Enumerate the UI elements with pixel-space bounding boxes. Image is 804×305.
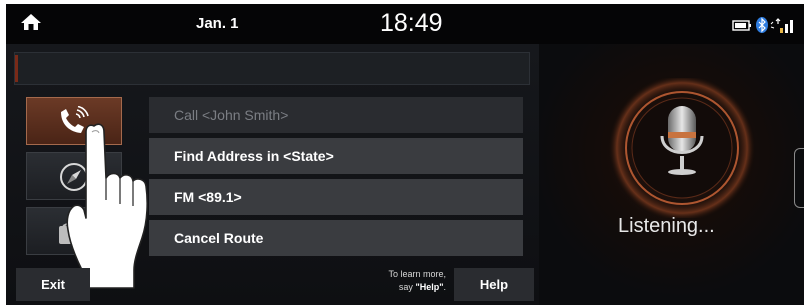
signal-icon <box>775 18 793 33</box>
command-fm[interactable]: FM <89.1> <box>149 179 523 215</box>
help-button[interactable]: Help <box>454 268 534 301</box>
help-hint-keyword: "Help" <box>415 282 444 292</box>
text-bar-accent <box>15 55 18 82</box>
command-find-address-label: Find Address in <State> <box>174 148 334 164</box>
status-bar: Jan. 1 18:49 <box>6 4 804 44</box>
recognized-text-bar <box>14 52 530 85</box>
home-icon[interactable] <box>20 13 42 36</box>
help-hint-line2: say "Help". <box>356 281 446 294</box>
help-hint-suffix: . <box>443 282 446 292</box>
command-find-address[interactable]: Find Address in <State> <box>149 138 523 174</box>
status-date: Jan. 1 <box>196 15 239 32</box>
help-hint-line1: To learn more, <box>388 269 446 279</box>
help-hint-prefix: say <box>398 282 416 292</box>
help-label: Help <box>479 277 509 292</box>
status-clock: 18:49 <box>380 9 443 37</box>
help-hint: To learn more, say "Help". <box>356 268 446 294</box>
battery-icon <box>732 20 751 31</box>
command-cancel-route-label: Cancel Route <box>174 230 264 246</box>
command-fm-label: FM <89.1> <box>174 189 242 205</box>
side-handle[interactable] <box>794 148 804 208</box>
command-cancel-route[interactable]: Cancel Route <box>149 220 523 256</box>
bluetooth-icon <box>756 17 768 33</box>
command-call-label: Call <John Smith> <box>174 107 289 123</box>
exit-button[interactable]: Exit <box>16 268 90 301</box>
microphone-glow <box>604 74 760 223</box>
command-call[interactable]: Call <John Smith> <box>149 97 523 133</box>
status-icons <box>732 16 802 39</box>
listening-status: Listening... <box>618 215 715 237</box>
exit-label: Exit <box>41 277 65 292</box>
